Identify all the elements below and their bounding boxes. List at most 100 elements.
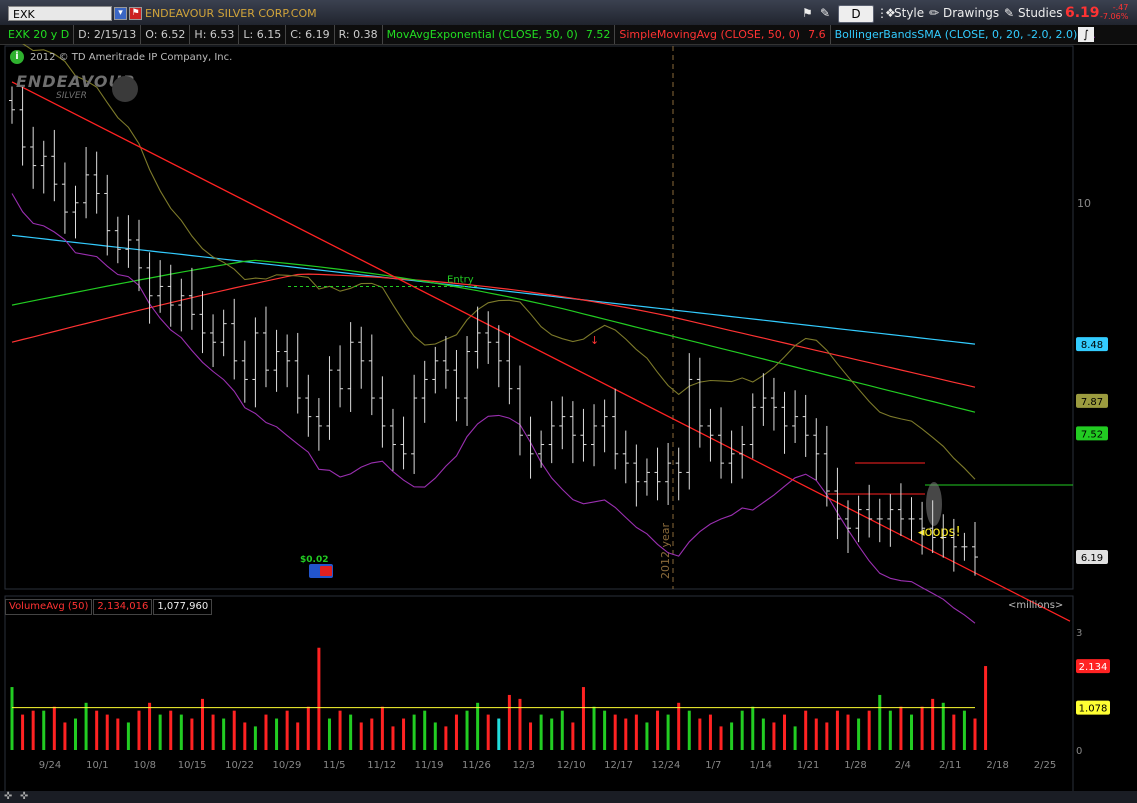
volume-bar: [910, 714, 914, 750]
aggregation-button[interactable]: D: [838, 5, 874, 23]
volume-bar: [158, 714, 162, 750]
zoom-icon[interactable]: ✜: [20, 791, 28, 802]
volume-bar: [454, 714, 458, 750]
volume-bar: [391, 726, 395, 750]
studies-button[interactable]: Studies: [1018, 5, 1063, 21]
volume-study-label[interactable]: VolumeAvg (50): [5, 599, 93, 615]
date-tick-label: 12/17: [604, 760, 633, 771]
ema-study-value: 7.52: [582, 25, 616, 44]
volume-value: 2,134,016: [93, 599, 153, 615]
volume-bar: [243, 722, 247, 750]
low-label: L: 6.15: [239, 25, 287, 44]
volume-bar: [804, 710, 808, 750]
close-label: C: 6.19: [286, 25, 335, 44]
volume-bar: [984, 666, 988, 750]
date-tick-label: 1/28: [844, 760, 866, 771]
volume-bar: [941, 702, 945, 750]
drawings-button[interactable]: Drawings: [943, 5, 999, 21]
price-change: -.47 -7.06%: [1100, 3, 1128, 21]
volume-bar: [539, 714, 543, 750]
volume-bar: [624, 718, 628, 750]
pencil-icon: ✏: [929, 6, 940, 20]
open-label: O: 6.52: [141, 25, 191, 44]
volume-bar: [835, 710, 839, 750]
date-tick-label: 12/24: [652, 760, 681, 771]
studies-icon: ✎: [1004, 6, 1015, 20]
volume-bar: [200, 698, 204, 750]
chart-settings-icon[interactable]: ∫: [1078, 27, 1094, 42]
change-abs: -.47: [1112, 3, 1129, 12]
volume-bar: [730, 722, 734, 750]
volume-unit: <millions>: [1008, 600, 1064, 611]
bb-study-label[interactable]: BollingerBandsSMA (CLOSE, 0, 20, -2.0, 2…: [831, 25, 1082, 44]
volume-bar: [656, 710, 660, 750]
logo-emblem-icon: [112, 76, 138, 102]
copyright-text: 2012 © TD Ameritrade IP Company, Inc.: [30, 52, 233, 63]
volume-bar: [42, 710, 46, 750]
price-tag-label: 7.52: [1081, 429, 1103, 440]
bottom-bar: ✜ ✜: [0, 791, 1137, 803]
volume-bar: [867, 710, 871, 750]
symbol-dropdown-icon[interactable]: ▾: [114, 7, 127, 20]
volume-bar: [126, 722, 130, 750]
volume-bar: [402, 718, 406, 750]
style-button[interactable]: Style: [894, 5, 924, 21]
volume-bar: [825, 722, 829, 750]
signal-arrow-icon: ↓: [590, 334, 599, 347]
date-tick-label: 10/22: [225, 760, 254, 771]
volume-bar: [476, 702, 480, 750]
flag-icon[interactable]: ⚑: [802, 5, 813, 21]
link-icon[interactable]: ⚑: [129, 7, 142, 20]
volume-bar: [370, 718, 374, 750]
date-tick-label: 2/25: [1034, 760, 1056, 771]
volume-bar: [232, 710, 236, 750]
volume-bar: [338, 710, 342, 750]
dividend-label: $0.02: [300, 555, 328, 565]
volume-bar: [783, 714, 787, 750]
volume-bar: [878, 694, 882, 750]
top-toolbar: EXK ▾ ⚑ ENDEAVOUR SILVER CORP.COM ⚑ ✎ D …: [0, 0, 1137, 26]
volume-bar: [507, 694, 511, 750]
earnings-icon: [320, 566, 332, 576]
sma-study-label[interactable]: SimpleMovingAvg (CLOSE, 50, 0): [615, 25, 804, 44]
date-tick-label: 11/19: [415, 760, 444, 771]
date-tick-label: 11/26: [462, 760, 491, 771]
price-tag-label: 6.19: [1081, 553, 1103, 564]
volume-bar: [761, 718, 765, 750]
volume-bar: [211, 714, 215, 750]
high-label: H: 6.53: [190, 25, 240, 44]
period-label[interactable]: EXK 20 y D: [4, 25, 75, 44]
study-info-bar: EXK 20 y D D: 2/15/13 O: 6.52 H: 6.53 L: 6.1…: [0, 25, 1137, 45]
date-tick-label: 1/7: [705, 760, 721, 771]
volume-bar: [677, 702, 681, 750]
volume-bar: [31, 710, 35, 750]
date-tick-label: 10/29: [272, 760, 301, 771]
volume-bar: [920, 706, 924, 750]
highlight-ellipse: [926, 482, 942, 526]
volume-bar: [613, 714, 617, 750]
volume-tag-label: 1.078: [1079, 704, 1108, 715]
volume-bar: [359, 722, 363, 750]
date-tick-label: 2/11: [939, 760, 961, 771]
volume-bar: [719, 726, 723, 750]
volume-bar: [751, 706, 755, 750]
price-chart[interactable]: 2012 yearEntry◂oops!↓108.487.877.526.19$…: [0, 44, 1137, 791]
pan-icon[interactable]: ✜: [4, 791, 12, 802]
volume-bar: [497, 718, 501, 750]
ema-study-label[interactable]: MovAvgExponential (CLOSE, 50, 0): [383, 25, 582, 44]
tools-icon[interactable]: ✎: [820, 5, 830, 21]
date-tick-label: 2/4: [895, 760, 911, 771]
volume-bar: [327, 718, 331, 750]
volume-bar: [962, 710, 966, 750]
volume-bar: [275, 718, 279, 750]
volume-bar: [740, 710, 744, 750]
volume-bar: [698, 718, 702, 750]
volume-bar: [63, 722, 67, 750]
info-icon[interactable]: i: [10, 50, 24, 64]
volume-bar: [253, 726, 257, 750]
volume-bar: [317, 647, 321, 750]
date-tick-label: 12/10: [557, 760, 586, 771]
symbol-input[interactable]: EXK: [8, 6, 112, 21]
volume-bar: [306, 706, 310, 750]
volume-bar: [560, 710, 564, 750]
